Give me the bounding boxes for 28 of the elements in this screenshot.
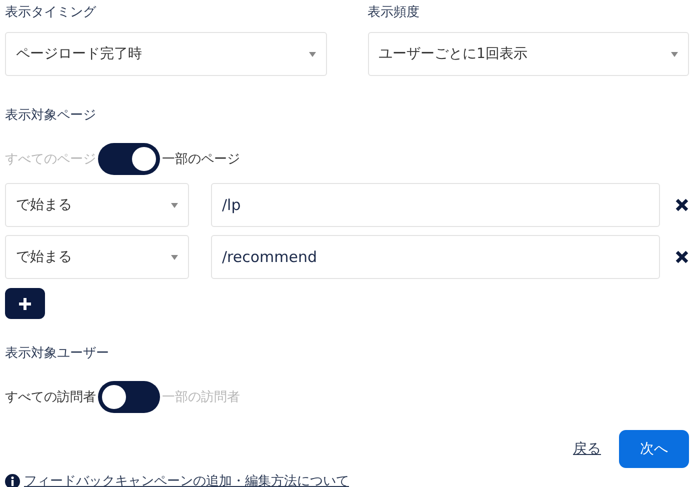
section-label: 表示対象ページ <box>5 107 97 125</box>
next-button[interactable]: 次へ <box>619 430 689 468</box>
section-label: 表示対象ユーザー <box>5 345 110 363</box>
path-field[interactable]: /recommend <box>211 235 660 279</box>
dropdown[interactable]: ユーザーごとに1回表示 <box>368 32 689 76</box>
close-icon <box>675 198 689 212</box>
field-label: 表示タイミング <box>5 4 98 22</box>
toggle-label: 一部の訪問者 <box>162 389 240 406</box>
help-link[interactable]: フィードバックキャンペーンの追加・編集方法について <box>24 472 349 487</box>
dropdown[interactable]: ページロード完了時 <box>5 32 326 76</box>
dropdown[interactable]: で始まる <box>5 235 189 279</box>
info-icon <box>5 474 20 487</box>
add-button[interactable] <box>5 288 45 319</box>
caret-icon <box>308 52 316 56</box>
toggle-label: すべてのページ <box>5 151 96 168</box>
caret-icon <box>671 52 678 56</box>
field-label: 表示頻度 <box>368 4 420 22</box>
toggle-switch[interactable] <box>98 143 160 175</box>
close-icon <box>675 250 689 264</box>
path-field[interactable]: /lp <box>211 183 660 227</box>
toggle-label: 一部のページ <box>162 151 240 168</box>
caret-icon <box>171 202 178 208</box>
toggle-switch[interactable] <box>98 381 160 413</box>
caret-icon <box>171 254 178 260</box>
back-link[interactable]: 戻る <box>573 440 601 458</box>
toggle-label: すべての訪問者 <box>5 389 96 406</box>
dropdown[interactable]: で始まる <box>5 183 189 227</box>
plus-icon <box>18 296 32 310</box>
